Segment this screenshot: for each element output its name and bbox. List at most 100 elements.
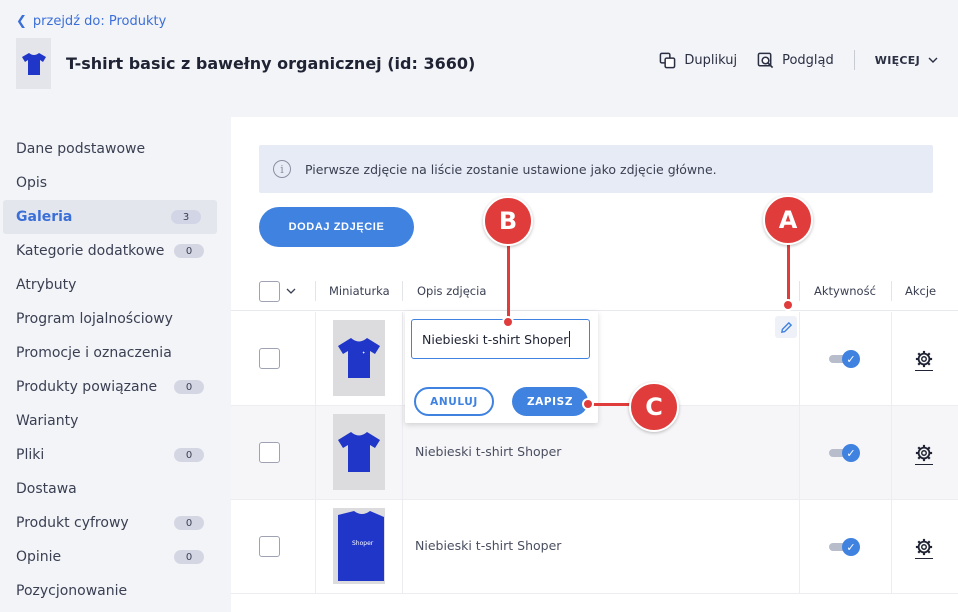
divider	[915, 464, 933, 465]
column-header-actions: Akcje	[905, 284, 937, 298]
duplicate-label: Duplikuj	[684, 52, 738, 68]
preview-button[interactable]: Podgląd	[757, 52, 834, 69]
sidebar-item-label: Opis	[16, 175, 48, 191]
add-photo-button[interactable]: DODAJ ZDJĘCIE	[259, 207, 414, 247]
count-badge: 0	[174, 516, 204, 530]
check-icon: ✓	[842, 350, 860, 368]
sidebar-item-seo[interactable]: Pozycjonowanie	[0, 574, 220, 608]
photo-thumbnail[interactable]	[333, 414, 385, 490]
photo-description[interactable]: Niebieski t-shirt Shoper	[415, 444, 561, 459]
column-divider	[402, 281, 403, 301]
column-divider	[315, 500, 316, 593]
sidebar-item-label: Atrybuty	[16, 277, 77, 293]
row-checkbox[interactable]	[259, 536, 280, 557]
description-input-value: Niebieski t-shirt Shoper	[422, 331, 569, 347]
preview-icon	[757, 52, 774, 68]
info-text: Pierwsze zdjęcie na liście zostanie usta…	[305, 161, 717, 177]
active-toggle[interactable]: ✓	[829, 350, 861, 368]
callout-b-dot	[502, 316, 514, 328]
callout-a: A	[763, 195, 813, 245]
column-divider	[402, 500, 403, 593]
column-divider	[799, 406, 800, 499]
check-icon: ✓	[842, 444, 860, 462]
count-badge: 0	[174, 380, 204, 394]
photo-thumbnail[interactable]: ✦	[333, 320, 385, 396]
column-divider	[799, 500, 800, 593]
sidebar-item-label: Produkty powiązane	[16, 379, 158, 395]
count-badge: 0	[174, 550, 204, 564]
sidebar-item-variants[interactable]: Warianty	[0, 404, 220, 438]
column-divider	[799, 281, 800, 301]
gear-icon[interactable]	[915, 538, 933, 556]
callout-a-dot	[782, 299, 794, 311]
sidebar-item-gallery[interactable]: Galeria 3	[3, 200, 217, 234]
info-icon: i	[273, 160, 291, 178]
gear-icon[interactable]	[915, 444, 933, 462]
sidebar-item-delivery[interactable]: Dostawa	[0, 472, 220, 506]
sidebar-item-digital-product[interactable]: Produkt cyfrowy 0	[0, 506, 220, 540]
chevron-left-icon: ❮	[16, 14, 27, 29]
sidebar-item-label: Pliki	[16, 447, 45, 463]
sidebar-item-reviews[interactable]: Opinie 0	[0, 540, 220, 574]
more-dropdown[interactable]: WIĘCEJ	[875, 54, 938, 67]
sidebar-item-label: Opinie	[16, 549, 62, 565]
gallery-panel: i Pierwsze zdjęcie na liście zostanie us…	[231, 117, 958, 612]
count-badge: 0	[174, 244, 204, 258]
save-button[interactable]: ZAPISZ	[512, 387, 588, 416]
count-badge: 3	[171, 210, 201, 224]
callout-b-line	[507, 238, 510, 318]
sidebar-item-label: Dane podstawowe	[16, 141, 146, 157]
active-toggle[interactable]: ✓	[829, 444, 861, 462]
select-all-checkbox[interactable]	[259, 280, 280, 302]
more-label: WIĘCEJ	[874, 53, 920, 67]
duplicate-button[interactable]: Duplikuj	[659, 52, 737, 69]
product-thumbnail	[16, 38, 51, 89]
sidebar-item-label: Kategorie dodatkowe	[16, 243, 165, 259]
sidebar-item-attributes[interactable]: Atrybuty	[0, 268, 220, 302]
back-to-products-link[interactable]: ❮ przejdź do: Produkty	[16, 14, 166, 29]
column-divider	[799, 312, 800, 405]
sidebar-item-label: Galeria	[16, 209, 73, 225]
sidebar-item-description[interactable]: Opis	[0, 166, 220, 200]
active-toggle[interactable]: ✓	[829, 538, 861, 556]
column-header-description: Opis zdjęcia	[417, 284, 487, 298]
row-checkbox[interactable]	[259, 442, 280, 463]
sidebar-item-label: Pozycjonowanie	[16, 583, 128, 599]
description-input[interactable]: Niebieski t-shirt Shoper	[411, 319, 590, 359]
column-divider	[402, 406, 403, 499]
info-banner: i Pierwsze zdjęcie na liście zostanie us…	[259, 145, 933, 193]
header-actions: Duplikuj Podgląd WIĘCEJ	[659, 50, 938, 70]
sidebar-item-loyalty-program[interactable]: Program lojalnościowy	[0, 302, 220, 336]
column-divider	[402, 312, 403, 405]
select-all-control[interactable]	[259, 271, 296, 311]
tshirt-icon	[338, 432, 380, 472]
table-row: Shoper Niebieski t-shirt Shoper ✓	[231, 500, 958, 594]
column-divider	[315, 281, 316, 301]
description-edit-popover: Niebieski t-shirt Shoper ANULUJ ZAPISZ	[405, 311, 598, 423]
column-header-thumbnail: Miniaturka	[329, 284, 390, 298]
sidebar-item-basic-data[interactable]: Dane podstawowe	[0, 132, 220, 166]
callout-c-dot	[582, 398, 594, 410]
sidebar-item-label: Promocje i oznaczenia	[16, 345, 172, 361]
photo-thumbnail[interactable]: Shoper	[333, 508, 385, 584]
tshirt-icon: ✦	[338, 338, 380, 378]
tshirt-icon	[21, 52, 46, 75]
photo-description[interactable]: Niebieski t-shirt Shoper	[415, 538, 561, 553]
gear-icon[interactable]	[915, 350, 933, 368]
cancel-button[interactable]: ANULUJ	[414, 387, 494, 416]
sidebar-item-promotions[interactable]: Promocje i oznaczenia	[0, 336, 220, 370]
chevron-down-icon[interactable]	[286, 288, 296, 294]
sidebar-item-files[interactable]: Pliki 0	[0, 438, 220, 472]
sidebar-item-additional-categories[interactable]: Kategorie dodatkowe 0	[0, 234, 220, 268]
duplicate-icon	[660, 52, 676, 68]
row-checkbox[interactable]	[259, 348, 280, 369]
sidebar-item-related-products[interactable]: Produkty powiązane 0	[0, 370, 220, 404]
divider	[853, 50, 855, 70]
column-divider	[315, 406, 316, 499]
column-divider	[891, 312, 892, 405]
edit-description-button[interactable]	[775, 316, 797, 338]
sidebar-item-label: Warianty	[16, 413, 79, 429]
column-divider	[891, 281, 892, 301]
check-icon: ✓	[842, 538, 860, 556]
svg-text:Shoper: Shoper	[352, 540, 374, 547]
